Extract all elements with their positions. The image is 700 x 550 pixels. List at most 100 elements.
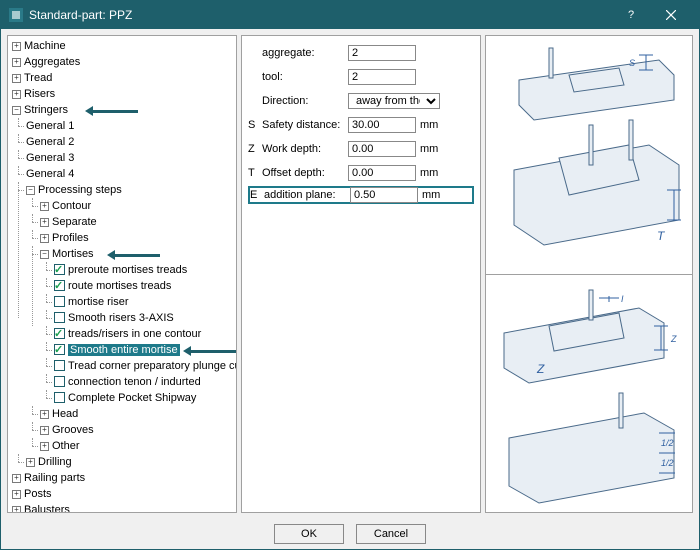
tree-item-mortise-option[interactable]: treads/risers in one contour [54, 326, 234, 342]
expand-icon[interactable]: + [40, 218, 49, 227]
collapse-icon[interactable]: − [12, 106, 21, 115]
input-addition[interactable] [350, 187, 418, 203]
tree-item-risers[interactable]: +Risers [12, 86, 234, 102]
collapse-icon[interactable]: − [26, 186, 35, 195]
diagram-bottom: I Z Z 1/2 1/2 [486, 275, 692, 513]
titlebar: Standard-part: PPZ ? [1, 1, 699, 29]
app-icon [9, 8, 23, 22]
input-safety[interactable] [348, 117, 416, 133]
checkbox-icon[interactable] [54, 264, 65, 275]
tree-item-stringers[interactable]: −Stringers General 1 General 2 General 3… [12, 102, 234, 470]
svg-text:Z: Z [670, 334, 677, 344]
expand-icon[interactable]: + [12, 90, 21, 99]
unit-workdepth: mm [420, 143, 444, 155]
tree-item-separate[interactable]: +Separate [40, 214, 234, 230]
input-workdepth[interactable] [348, 141, 416, 157]
checkbox-icon[interactable] [54, 392, 65, 403]
row-aggregate: aggregate: [248, 44, 474, 62]
tree-item-mortise-option[interactable]: Smooth entire mortise [54, 342, 234, 358]
tree-item-general1[interactable]: General 1 [26, 118, 234, 134]
cancel-button[interactable]: Cancel [356, 524, 426, 544]
checkbox-icon[interactable] [54, 344, 65, 355]
label-offset: Offset depth: [262, 167, 325, 179]
label-tool: tool: [262, 71, 283, 83]
expand-icon[interactable]: + [40, 202, 49, 211]
expand-icon[interactable]: + [12, 474, 21, 483]
window-title: Standard-part: PPZ [29, 8, 611, 22]
select-direction[interactable]: away from the w [348, 93, 440, 109]
tree-item-general3[interactable]: General 3 [26, 150, 234, 166]
expand-icon[interactable]: + [12, 42, 21, 51]
ok-button[interactable]: OK [274, 524, 344, 544]
tree-item-balusters[interactable]: +Balusters [12, 502, 234, 513]
checkbox-icon[interactable] [54, 328, 65, 339]
input-tool[interactable] [348, 69, 416, 85]
checkbox-icon[interactable] [54, 312, 65, 323]
tree-item-posts[interactable]: +Posts [12, 486, 234, 502]
tree-item-mortise-option[interactable]: Complete Pocket Shipway [54, 390, 234, 406]
svg-text:1/2: 1/2 [661, 458, 674, 468]
tree-item-mortise-option[interactable]: route mortises treads [54, 278, 234, 294]
tree-item-mortise-option[interactable]: mortise riser [54, 294, 234, 310]
tree-item-label: Complete Pocket Shipway [68, 392, 196, 404]
input-offset[interactable] [348, 165, 416, 181]
tree-item-general4[interactable]: General 4 [26, 166, 234, 182]
collapse-icon[interactable]: − [40, 250, 49, 259]
tree-item-tread[interactable]: +Tread [12, 70, 234, 86]
tree-item-contour[interactable]: +Contour [40, 198, 234, 214]
tree-item-label: treads/risers in one contour [68, 328, 201, 340]
row-direction: Direction: away from the w [248, 92, 474, 110]
annotation-arrow [186, 350, 237, 353]
tree-item-machine[interactable]: +Machine [12, 38, 234, 54]
tree-panel[interactable]: +Machine +Aggregates +Tread +Risers −Str… [7, 35, 237, 513]
expand-icon[interactable]: + [26, 458, 35, 467]
tree-item-label: Smooth risers 3-AXIS [68, 312, 174, 324]
row-addition: Eaddition plane: mm [248, 186, 474, 204]
diagram-top: S T [486, 36, 692, 275]
dialog-body: +Machine +Aggregates +Tread +Risers −Str… [1, 29, 699, 519]
tree-item-head[interactable]: +Head [40, 406, 234, 422]
svg-text:T: T [657, 229, 666, 243]
help-button[interactable]: ? [611, 1, 651, 29]
form-panel: aggregate: tool: Direction: away from th… [241, 35, 481, 513]
label-workdepth: Work depth: [262, 143, 321, 155]
row-safety: SSafety distance: mm [248, 116, 474, 134]
checkbox-icon[interactable] [54, 360, 65, 371]
expand-icon[interactable]: + [12, 74, 21, 83]
tree-item-drilling[interactable]: +Drilling [26, 454, 234, 470]
tree-item-label: route mortises treads [68, 280, 171, 292]
tree-item-mortises[interactable]: −Mortises preroute mortises treadsroute … [40, 246, 234, 406]
tree-item-general2[interactable]: General 2 [26, 134, 234, 150]
tree-item-mortise-option[interactable]: preroute mortises treads [54, 262, 234, 278]
expand-icon[interactable]: + [40, 442, 49, 451]
tree-item-mortise-option[interactable]: Smooth risers 3-AXIS [54, 310, 234, 326]
tree-item-grooves[interactable]: +Grooves [40, 422, 234, 438]
tree-item-profiles[interactable]: +Profiles [40, 230, 234, 246]
tree-item-mortise-option[interactable]: Tread corner preparatory plunge cut [54, 358, 234, 374]
checkbox-icon[interactable] [54, 280, 65, 291]
annotation-arrow [88, 110, 138, 113]
checkbox-icon[interactable] [54, 296, 65, 307]
expand-icon[interactable]: + [12, 58, 21, 67]
tree-item-aggregates[interactable]: +Aggregates [12, 54, 234, 70]
label-safety: Safety distance: [262, 119, 340, 131]
input-aggregate[interactable] [348, 45, 416, 61]
tree-item-label: connection tenon / indurted [68, 376, 201, 388]
close-button[interactable] [651, 1, 691, 29]
label-aggregate: aggregate: [262, 47, 315, 59]
tree-item-processing-steps[interactable]: −Processing steps +Contour +Separate +Pr… [26, 182, 234, 454]
button-bar: OK Cancel [1, 519, 699, 549]
expand-icon[interactable]: + [40, 410, 49, 419]
unit-safety: mm [420, 119, 444, 131]
expand-icon[interactable]: + [40, 426, 49, 435]
tree-item-railing-parts[interactable]: +Railing parts [12, 470, 234, 486]
svg-text:I: I [621, 294, 624, 304]
tree-item-label: Tread corner preparatory plunge cut [68, 360, 237, 372]
row-offset: TOffset depth: mm [248, 164, 474, 182]
expand-icon[interactable]: + [12, 490, 21, 499]
expand-icon[interactable]: + [12, 506, 21, 514]
tree-item-mortise-option[interactable]: connection tenon / indurted [54, 374, 234, 390]
expand-icon[interactable]: + [40, 234, 49, 243]
checkbox-icon[interactable] [54, 376, 65, 387]
tree-item-other[interactable]: +Other [40, 438, 234, 454]
